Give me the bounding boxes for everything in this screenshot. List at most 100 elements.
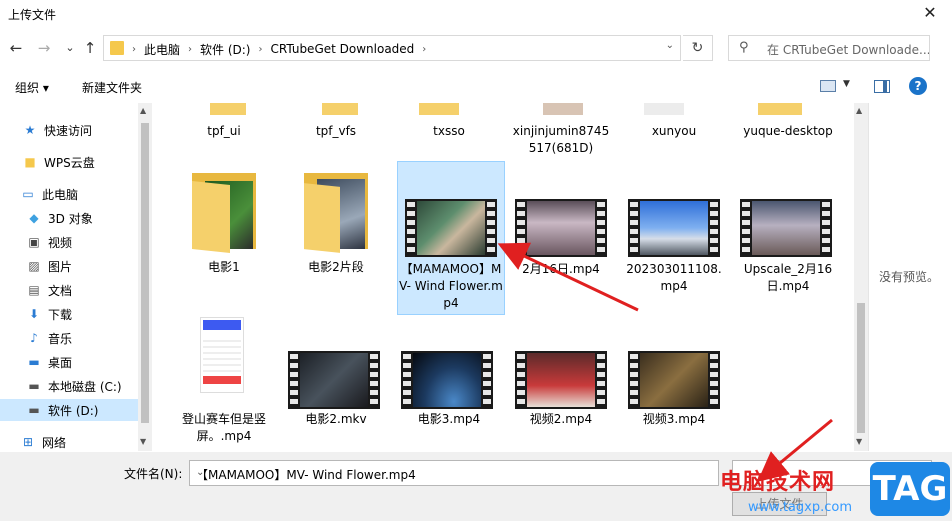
sidebar-item[interactable]: ▤ 文档: [0, 279, 138, 301]
sidebar-item[interactable]: ▬ 软件 (D:): [0, 399, 138, 421]
folder-front: [304, 183, 340, 253]
breadcrumb-separator: ›: [258, 43, 263, 55]
sidebar-item[interactable]: ⬇ 下载: [0, 303, 138, 325]
file-label: Upscale_2月16日.mp4: [743, 262, 833, 293]
search-icon: ⚲: [739, 40, 749, 55]
network-icon: ⊞: [22, 435, 34, 449]
folder-front: [192, 181, 230, 253]
scroll-up-icon[interactable]: ▲: [140, 106, 146, 115]
folder-icon: [644, 103, 684, 115]
sidebar-item-label: 快速访问: [44, 123, 93, 138]
breadcrumb-item-drive-d[interactable]: 软件 (D:): [200, 41, 250, 58]
sidebar-item[interactable]: ♪ 音乐: [0, 327, 138, 349]
video-thumbnail: [405, 199, 497, 257]
video-thumbnail: [628, 199, 720, 257]
folder-icon: [322, 103, 358, 115]
sidebar-item-label: 网络: [42, 435, 67, 450]
watermark-logo: TAG: [870, 462, 950, 516]
search-input[interactable]: ⚲ 在 CRTubeGet Downloade...: [728, 35, 930, 61]
sidebar-item-label: 桌面: [48, 355, 73, 370]
window-title: 上传文件: [8, 8, 57, 22]
new-folder-button[interactable]: 新建文件夹: [82, 79, 142, 96]
sidebar-item-label: 本地磁盘 (C:): [48, 379, 122, 394]
scroll-down-icon[interactable]: ▼: [140, 437, 146, 446]
download-icon: ⬇: [28, 307, 40, 321]
sidebar-item-label: 此电脑: [42, 187, 79, 202]
music-icon: ♪: [30, 331, 38, 345]
sidebar-item[interactable]: ▬ 本地磁盘 (C:): [0, 375, 138, 397]
sidebar-item[interactable]: ▭ 此电脑: [0, 183, 138, 205]
breadcrumb: › 此电脑 › 软件 (D:) › CRTubeGet Downloaded ›: [132, 41, 434, 57]
title-bar: 上传文件 ✕: [0, 0, 952, 28]
file-label: 202303011108.mp4: [626, 262, 722, 293]
file-label: 电影3.mp4: [417, 412, 481, 426]
folder-icon: [419, 103, 459, 115]
file-list: tpf_ui tpf_vfs txsso xinjinjumin8745517(…: [152, 103, 854, 451]
watermark-url: www.tagxp.com: [748, 500, 852, 515]
scrollbar-thumb[interactable]: [857, 303, 865, 433]
up-arrow-icon[interactable]: ↑: [80, 37, 100, 59]
file-label: xinjinjumin8745517(681D): [512, 124, 610, 155]
close-icon[interactable]: ✕: [918, 2, 942, 24]
help-icon[interactable]: ?: [909, 77, 927, 95]
cube-icon: ◆: [29, 211, 39, 225]
video-thumbnail: [740, 199, 832, 257]
back-arrow-icon[interactable]: ←: [6, 37, 26, 59]
document-icon: ▤: [28, 283, 40, 297]
navigation-pane: ★ 快速访问 ■ WPS云盘 ▭ 此电脑 ◆ 3D 对象 ▣ 视频 ▨ 图片 ▤ 文档 ⬇ 下载 ♪ 音乐 ▬ 桌面 ▬…: [0, 103, 152, 451]
video-thumbnail: [200, 317, 244, 393]
chevron-down-icon[interactable]: ⌄: [196, 467, 712, 478]
view-dropdown-icon[interactable]: ▼: [843, 79, 850, 89]
file-label: tpf_ui: [207, 124, 241, 138]
scroll-up-icon[interactable]: ▲: [856, 106, 862, 115]
scrollbar-thumb[interactable]: [141, 123, 149, 423]
sidebar-item-label: 图片: [48, 259, 73, 274]
address-bar[interactable]: › 此电脑 › 软件 (D:) › CRTubeGet Downloaded ›…: [103, 35, 681, 61]
preview-pane-icon[interactable]: [874, 80, 890, 93]
sidebar-item[interactable]: ■ WPS云盘: [0, 151, 138, 173]
file-label: tpf_vfs: [315, 124, 357, 138]
filename-label: 文件名(N):: [124, 467, 183, 481]
sidebar-item[interactable]: ◆ 3D 对象: [0, 207, 138, 229]
scroll-down-icon[interactable]: ▼: [856, 437, 862, 446]
file-label: xunyou: [651, 124, 697, 138]
preview-pane: 没有预览。: [868, 103, 952, 451]
search-placeholder: 在 CRTubeGet Downloade...: [767, 43, 930, 57]
folder-icon: [543, 103, 583, 115]
sidebar-scrollbar[interactable]: ▲ ▼: [138, 103, 152, 451]
desktop-icon: ▬: [28, 355, 40, 369]
organize-button[interactable]: 组织 ▾: [15, 79, 49, 96]
forward-arrow-icon[interactable]: →: [34, 37, 54, 59]
sidebar-item[interactable]: ⊞ 网络: [0, 431, 138, 451]
chevron-down-icon[interactable]: ⌄: [666, 40, 674, 51]
sidebar-item[interactable]: ▨ 图片: [0, 255, 138, 277]
refresh-icon[interactable]: ↻: [683, 35, 713, 61]
sidebar-item-label: 音乐: [48, 331, 73, 346]
breadcrumb-separator: ›: [132, 43, 136, 55]
video-icon: ▣: [28, 235, 40, 249]
folder-icon: [110, 41, 124, 55]
watermark: 电脑技术网 www.tagxp.com TAG: [720, 458, 952, 521]
sidebar-item-label: WPS云盘: [44, 155, 95, 170]
file-label: 2月16日.mp4: [522, 262, 600, 276]
file-label: 电影2.mkv: [305, 412, 367, 426]
drive-icon: ▬: [28, 379, 40, 393]
breadcrumb-item-this-pc[interactable]: 此电脑: [144, 41, 180, 58]
file-label: yuque-desktop: [743, 124, 833, 138]
breadcrumb-separator: ›: [422, 43, 427, 55]
sidebar-item-label: 3D 对象: [48, 211, 93, 226]
file-label: 电影2片段: [308, 260, 364, 274]
filename-field[interactable]: 【MAMAMOO】MV- Wind Flower.mp4 ⌄: [189, 460, 719, 486]
recent-locations-icon[interactable]: ⌄: [60, 37, 80, 59]
breadcrumb-item-crtubeget[interactable]: CRTubeGet Downloaded: [270, 42, 414, 56]
view-icon[interactable]: [820, 80, 836, 92]
file-label: 【MAMAMOO】MV- Wind Flower.mp4: [399, 262, 503, 310]
video-thumbnail: [515, 351, 607, 409]
sidebar-item-label: 视频: [48, 235, 73, 250]
file-list-scrollbar[interactable]: ▲ ▼: [854, 103, 868, 451]
watermark-text: 电脑技术网: [720, 470, 836, 495]
sidebar-item[interactable]: ▬ 桌面: [0, 351, 138, 373]
breadcrumb-separator: ›: [188, 43, 193, 55]
sidebar-item[interactable]: ▣ 视频: [0, 231, 138, 253]
sidebar-item[interactable]: ★ 快速访问: [0, 119, 138, 141]
